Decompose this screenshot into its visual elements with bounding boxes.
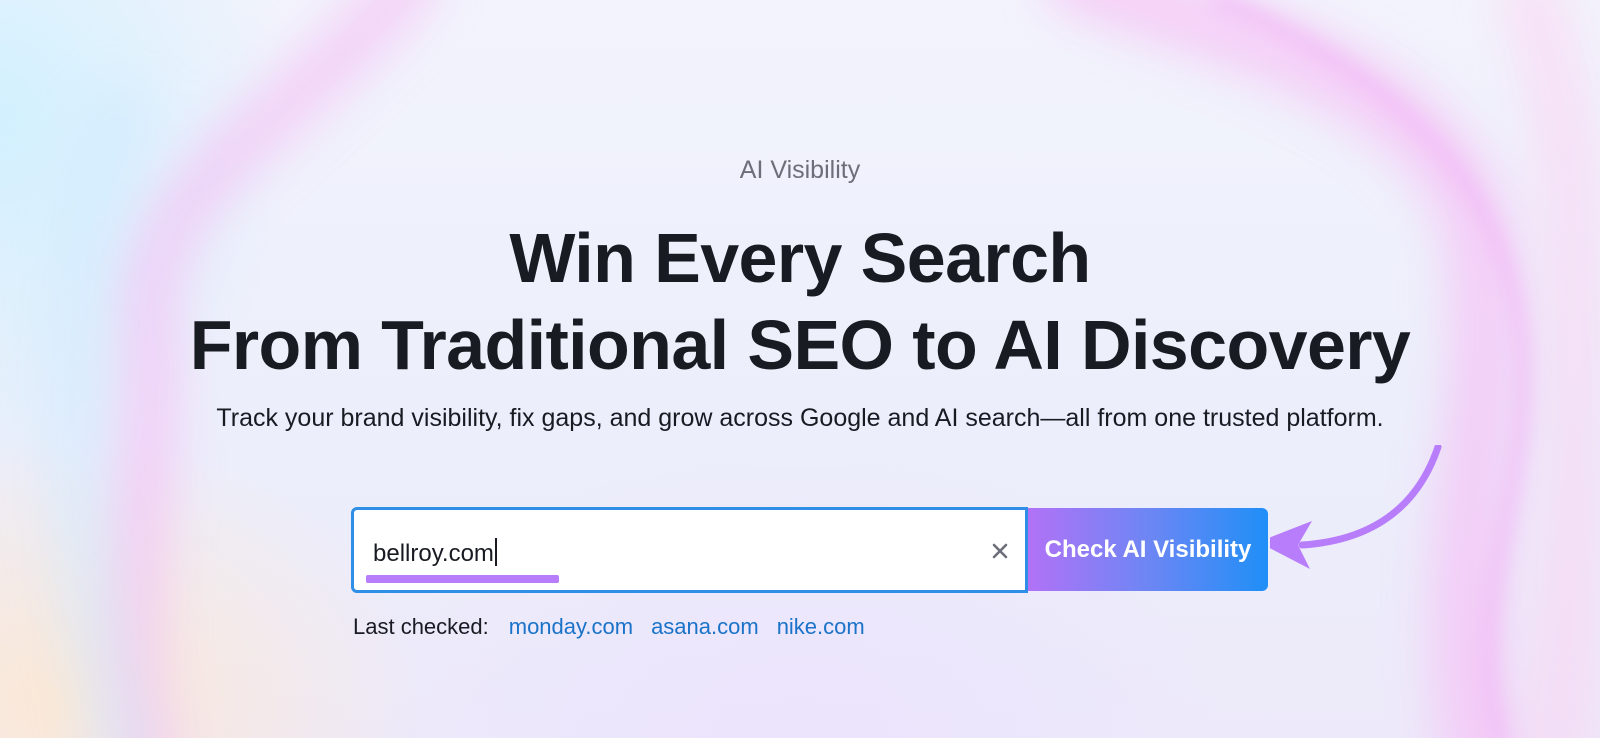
highlight-underline — [366, 575, 559, 583]
headline-line-2: From Traditional SEO to AI Discovery — [189, 306, 1411, 384]
last-checked-link-asana[interactable]: asana.com — [651, 614, 759, 640]
check-ai-visibility-button[interactable]: Check AI Visibility — [1028, 508, 1268, 591]
domain-search-form: bellroy.com Check AI Visibility — [351, 507, 1268, 593]
hero-eyebrow: AI Visibility — [739, 156, 861, 184]
close-icon[interactable] — [989, 540, 1011, 562]
last-checked-link-monday[interactable]: monday.com — [509, 614, 633, 640]
hero-subtitle: Track your brand visibility, fix gaps, a… — [216, 404, 1384, 432]
domain-input-value: bellroy.com — [373, 538, 497, 568]
hero-headline: Win Every Search From Traditional SEO to… — [0, 215, 1600, 389]
text-caret — [494, 538, 497, 566]
last-checked-list: Last checked: monday.com asana.com nike.… — [353, 614, 865, 640]
headline-line-1: Win Every Search — [509, 219, 1091, 297]
last-checked-link-nike[interactable]: nike.com — [777, 614, 865, 640]
domain-input-text: bellroy.com — [373, 540, 494, 567]
last-checked-label: Last checked: — [353, 614, 489, 639]
annotation-arrow-icon — [1270, 445, 1442, 569]
domain-input[interactable]: bellroy.com — [351, 507, 1028, 593]
